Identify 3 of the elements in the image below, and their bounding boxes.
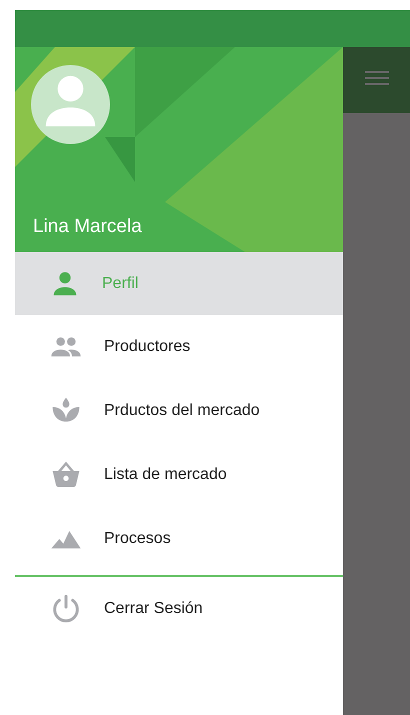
avatar-icon <box>31 65 110 144</box>
user-name: Lina Marcela <box>32 216 143 238</box>
menu-icon[interactable] <box>364 71 388 87</box>
